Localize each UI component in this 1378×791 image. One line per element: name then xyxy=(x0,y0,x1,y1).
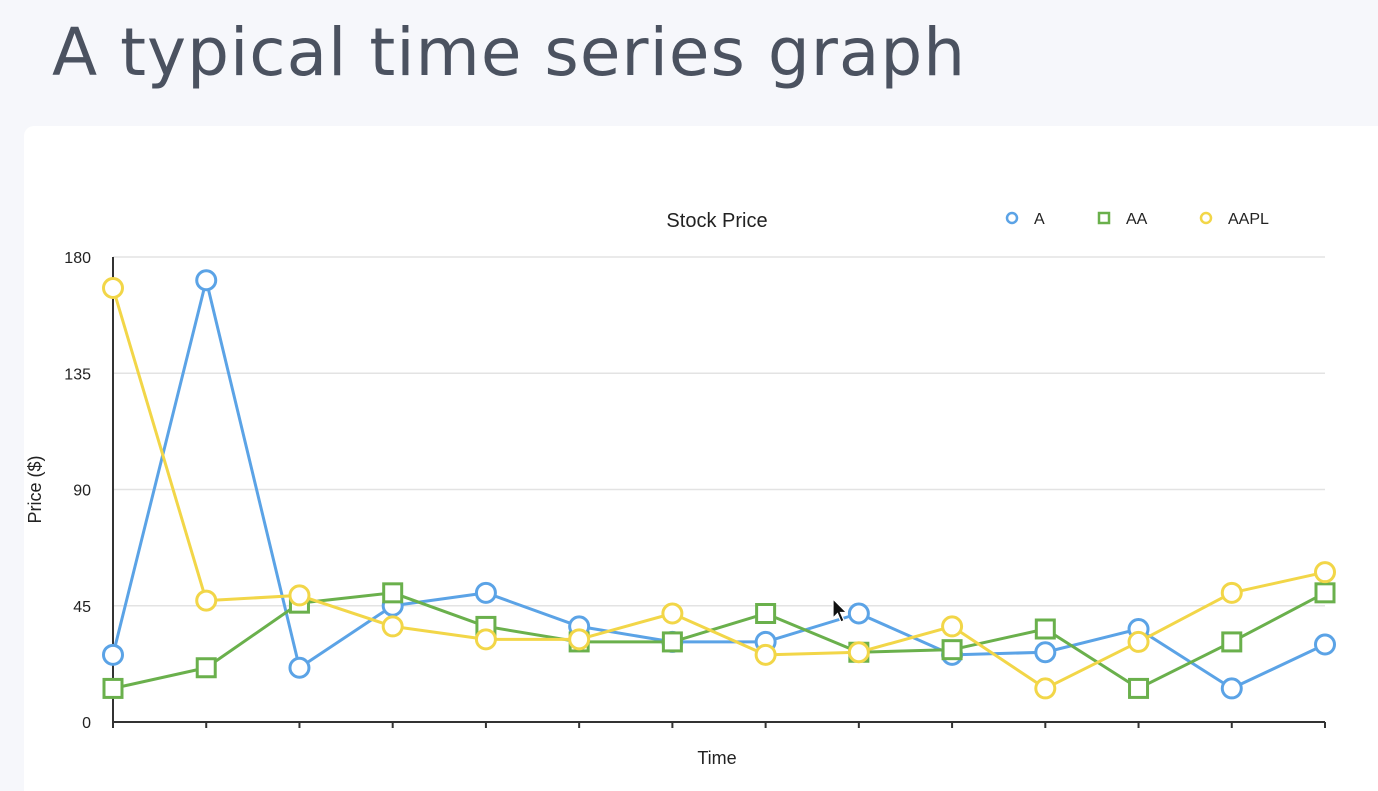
y-tick-label: 135 xyxy=(64,366,91,383)
y-tick-labels: 0 45 90 135 180 xyxy=(64,250,91,732)
data-point[interactable] xyxy=(754,643,777,666)
chart-svg: 0 45 90 135 180 Stock Price Time Price ($) A… xyxy=(25,210,1336,768)
data-point[interactable] xyxy=(1220,677,1243,700)
data-point[interactable] xyxy=(1034,677,1057,700)
legend-item-aapl[interactable]: AAPL xyxy=(1199,211,1269,228)
grid-lines xyxy=(113,256,1325,607)
legend-marker xyxy=(1199,211,1213,225)
data-point[interactable] xyxy=(102,677,124,699)
mouse-cursor-icon xyxy=(832,598,848,623)
x-axis-label: Time xyxy=(697,748,736,768)
data-point[interactable] xyxy=(941,615,964,638)
data-point[interactable] xyxy=(102,277,124,299)
legend-label: A xyxy=(1034,211,1045,228)
data-point[interactable] xyxy=(1034,641,1057,664)
data-point[interactable] xyxy=(847,602,870,625)
data-point[interactable] xyxy=(382,582,404,604)
legend-marker xyxy=(1005,211,1019,225)
legend-label: AAPL xyxy=(1228,211,1269,228)
data-point[interactable] xyxy=(195,657,217,679)
data-point[interactable] xyxy=(847,641,870,664)
data-point[interactable] xyxy=(288,584,311,607)
y-tick-label: 0 xyxy=(82,715,91,732)
data-point[interactable] xyxy=(195,269,218,292)
data-point[interactable] xyxy=(661,631,683,653)
y-axis-label: Price ($) xyxy=(25,455,45,523)
data-point[interactable] xyxy=(755,603,777,624)
data-point[interactable] xyxy=(1314,582,1336,604)
data-point[interactable] xyxy=(288,656,311,679)
data-point[interactable] xyxy=(1314,561,1336,584)
data-point[interactable] xyxy=(1127,630,1150,653)
series-lines xyxy=(102,269,1336,700)
legend-item-aa[interactable]: AA xyxy=(1097,211,1148,228)
legend-item-a[interactable]: A xyxy=(1005,211,1045,228)
data-point[interactable] xyxy=(195,589,218,612)
y-tick-label: 180 xyxy=(64,250,91,267)
data-point[interactable] xyxy=(102,643,124,666)
data-point[interactable] xyxy=(1314,633,1336,656)
data-point[interactable] xyxy=(474,628,497,651)
data-point[interactable] xyxy=(568,628,591,651)
data-point[interactable] xyxy=(1220,581,1243,604)
data-point[interactable] xyxy=(941,639,963,661)
data-point[interactable] xyxy=(1221,631,1243,653)
slide-title: A typical time series graph xyxy=(52,14,967,91)
y-tick-label: 45 xyxy=(73,599,91,616)
data-point[interactable] xyxy=(474,581,497,604)
data-point[interactable] xyxy=(1034,618,1056,640)
series-aapl xyxy=(102,277,1336,700)
data-point[interactable] xyxy=(661,602,684,625)
data-point[interactable] xyxy=(381,615,404,638)
legend-label: AA xyxy=(1126,211,1148,228)
chart-card: 0 45 90 135 180 Stock Price Time Price ($) A… xyxy=(24,126,1378,791)
legend[interactable]: A AA AAPL xyxy=(1005,211,1269,228)
y-tick-label: 90 xyxy=(73,483,91,500)
legend-marker xyxy=(1097,211,1111,225)
data-point[interactable] xyxy=(1128,677,1150,699)
chart-title: Stock Price xyxy=(666,210,767,232)
